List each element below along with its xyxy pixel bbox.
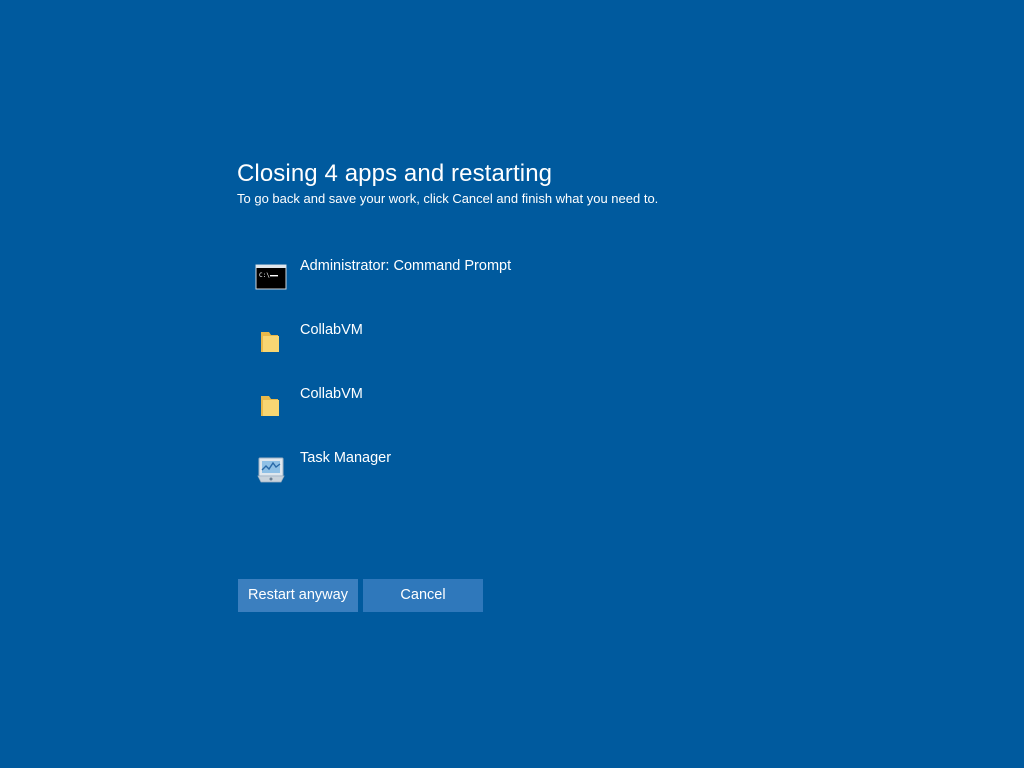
list-item-task-manager: Task Manager (254, 448, 754, 512)
button-row: Restart anyway Cancel (238, 579, 483, 612)
app-label: Administrator: Command Prompt (300, 258, 512, 274)
app-label: CollabVM (300, 322, 363, 338)
app-label: Task Manager (300, 450, 392, 466)
task-manager-icon (254, 452, 288, 486)
folder-icon (254, 324, 288, 358)
app-list: C:\ Administrator: Command Prompt Collab… (254, 256, 754, 512)
cancel-button[interactable]: Cancel (363, 579, 483, 612)
page-subtitle: To go back and save your work, click Can… (237, 191, 659, 206)
restart-anyway-button[interactable]: Restart anyway (238, 579, 358, 612)
folder-icon (254, 388, 288, 422)
page-title: Closing 4 apps and restarting (237, 160, 553, 187)
command-prompt-icon: C:\ (254, 260, 288, 294)
dialog-header: Closing 4 apps and restarting To go back… (237, 158, 937, 208)
list-item-collabvm: CollabVM (254, 384, 754, 448)
app-label: CollabVM (300, 386, 363, 402)
list-item-collabvm: CollabVM (254, 320, 754, 384)
shutdown-screen: Closing 4 apps and restarting To go back… (0, 0, 1024, 768)
list-item-command-prompt: C:\ Administrator: Command Prompt (254, 256, 754, 320)
svg-text:C:\: C:\ (259, 272, 270, 279)
